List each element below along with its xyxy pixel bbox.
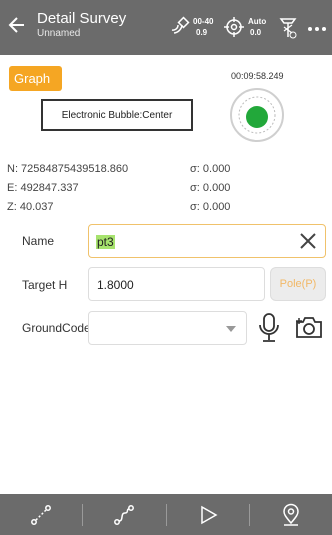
chevron-down-icon[interactable] bbox=[226, 326, 236, 332]
app-header: Detail Survey Unnamed 00-40 0.9 Auto 0.0 bbox=[0, 0, 332, 55]
play-icon bbox=[200, 505, 218, 524]
target-height-value[interactable]: 1.8000 bbox=[97, 278, 134, 292]
page-title: Detail Survey bbox=[37, 10, 127, 27]
camera-icon[interactable] bbox=[294, 314, 324, 340]
back-arrow-icon[interactable] bbox=[6, 13, 28, 37]
east-coordinate: E: 492847.337 bbox=[7, 182, 79, 194]
bubble-status-box: Electronic Bubble:Center bbox=[41, 99, 193, 131]
satellite-icon[interactable] bbox=[170, 13, 192, 41]
clear-icon[interactable] bbox=[298, 231, 318, 251]
electronic-bubble-icon bbox=[230, 88, 284, 142]
location-button[interactable] bbox=[250, 494, 332, 535]
line-survey-icon bbox=[31, 504, 52, 525]
microphone-icon[interactable] bbox=[258, 311, 280, 345]
target-height-label: Target H bbox=[22, 278, 68, 292]
east-sigma: σ: 0.000 bbox=[190, 182, 231, 194]
play-button[interactable] bbox=[167, 494, 249, 535]
name-value[interactable]: pt3 bbox=[96, 235, 115, 249]
satellite-count: 00-40 bbox=[193, 17, 214, 26]
curve-survey-icon bbox=[114, 504, 135, 525]
line-tool-button[interactable] bbox=[0, 494, 82, 535]
elevation-coordinate: Z: 40.037 bbox=[7, 201, 54, 213]
elevation-sigma: σ: 0.000 bbox=[190, 201, 231, 213]
pole-button[interactable]: Pole(P) bbox=[270, 267, 326, 301]
curve-tool-button[interactable] bbox=[83, 494, 165, 535]
mode-label: Auto bbox=[248, 17, 267, 26]
mode-value: 0.0 bbox=[250, 28, 262, 37]
bottom-toolbar bbox=[0, 494, 332, 535]
groundcode-label: GroundCode bbox=[22, 321, 91, 335]
session-timer: 00:09:58.249 bbox=[231, 71, 284, 81]
name-input[interactable]: pt3 bbox=[88, 224, 326, 258]
target-height-input[interactable]: 1.8000 bbox=[88, 267, 265, 301]
more-options-icon[interactable] bbox=[306, 13, 328, 41]
antenna-icon[interactable] bbox=[278, 13, 298, 41]
north-sigma: σ: 0.000 bbox=[190, 163, 231, 175]
crosshair-icon[interactable] bbox=[223, 13, 245, 41]
north-coordinate: N: 72584875439518.860 bbox=[7, 163, 129, 175]
location-pin-icon bbox=[283, 503, 299, 526]
satellite-precision: 0.9 bbox=[196, 28, 208, 37]
project-name: Unnamed bbox=[37, 28, 81, 39]
title-block: Detail Survey Unnamed bbox=[37, 10, 126, 40]
groundcode-select[interactable] bbox=[88, 311, 247, 345]
name-label: Name bbox=[22, 234, 55, 248]
graph-button[interactable]: Graph bbox=[9, 66, 62, 91]
